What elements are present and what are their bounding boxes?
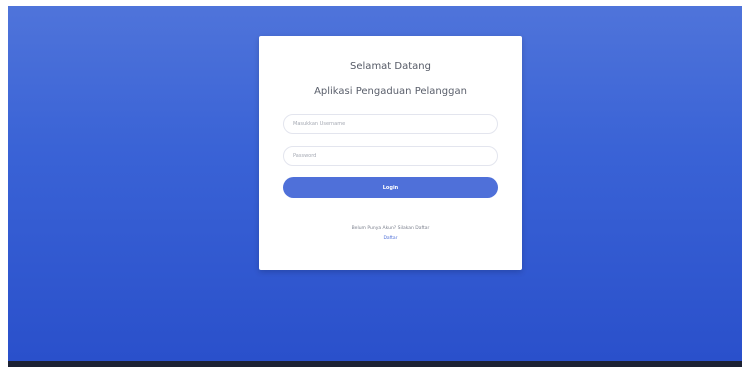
app-title: Aplikasi Pengaduan Pelanggan xyxy=(314,86,467,97)
login-button[interactable]: Login xyxy=(283,177,498,198)
username-input[interactable] xyxy=(283,114,498,134)
welcome-heading: Selamat Datang xyxy=(350,61,431,72)
login-card: Selamat Datang Aplikasi Pengaduan Pelang… xyxy=(259,36,522,270)
password-input[interactable] xyxy=(283,146,498,166)
register-link[interactable]: Daftar xyxy=(259,236,522,241)
register-prompt: Belum Punya Akun? Silakan Daftar xyxy=(351,226,430,231)
bottom-edge xyxy=(8,361,742,367)
page-background: Selamat Datang Aplikasi Pengaduan Pelang… xyxy=(8,6,742,361)
